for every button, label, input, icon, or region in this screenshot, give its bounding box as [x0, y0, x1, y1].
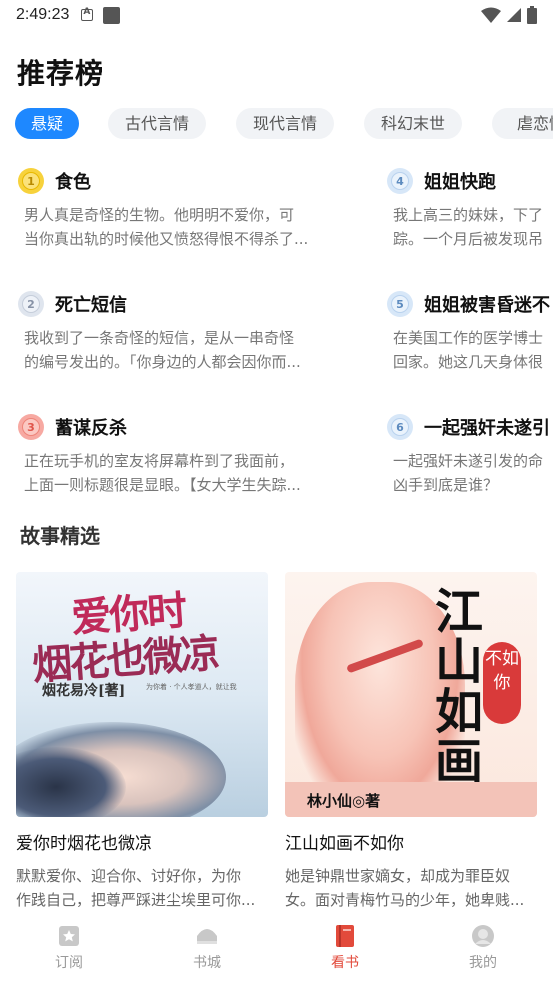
cover-author: 林小仙◎著: [307, 792, 381, 810]
cover-tagline: 为你着 · 个人孝道人，就让我: [146, 683, 237, 691]
nav-label: 订阅: [55, 955, 83, 971]
wifi-icon: [481, 7, 501, 23]
rank-title: 姐姐被害昏迷不: [424, 295, 550, 316]
rank-badge-bronze-icon: 3: [18, 414, 44, 440]
rank-badge-icon: 4: [387, 168, 413, 194]
rank-desc: 男人真是奇怪的生物。他明明不爱你，可 当你真出轨的时候他又愤怒得恨不得杀了...: [24, 206, 309, 248]
notification-square-icon: [103, 6, 121, 24]
rank-item[interactable]: 6 一起强奸未遂引 一起强奸未遂引发的命 凶手到底是谁？: [387, 414, 553, 497]
nav-profile[interactable]: 我的: [448, 924, 518, 972]
tab-modern-romance[interactable]: 现代言情: [236, 108, 334, 139]
bottom-nav: 订阅 书城 看书 我的: [0, 920, 553, 984]
cover-author: 烟花易冷[著]: [42, 683, 126, 699]
section-title: 故事精选: [20, 524, 100, 548]
nav-subscribe[interactable]: 订阅: [34, 924, 104, 972]
accessibility-notification-icon: [81, 7, 94, 21]
rank-item[interactable]: 3 蓄谋反杀 正在玩手机的室友将屏幕杵到了我面前， 上面一则标题很是显眼。【女大学…: [18, 414, 358, 497]
tab-tragic-romance[interactable]: 虐恋情: [492, 108, 553, 139]
bookstore-icon: [197, 929, 217, 944]
rank-desc: 一起强奸未遂引发的命 凶手到底是谁？: [393, 452, 544, 494]
nav-label: 看书: [331, 955, 359, 971]
book-cover[interactable]: 江山如画 不如你 林小仙◎著: [285, 572, 537, 817]
cover-seal: 不如你: [483, 642, 521, 724]
story-desc: 默默爱你、迎合你、讨好你，为你 作践自己，把尊严踩进尘埃里可你...: [16, 867, 256, 909]
rank-badge-icon: 6: [387, 414, 413, 440]
story-title: 爱你时烟花也微凉: [16, 834, 152, 854]
signal-icon: [507, 8, 521, 22]
nav-bookstore[interactable]: 书城: [172, 924, 242, 972]
book-cover[interactable]: 爱你时 烟花也微凉 烟花易冷[著] 为你着 · 个人孝道人，就让我: [16, 572, 268, 817]
nav-label: 我的: [469, 955, 497, 971]
story-card[interactable]: 爱你时 烟花也微凉 烟花易冷[著] 为你着 · 个人孝道人，就让我 爱你时烟花也…: [16, 572, 268, 912]
battery-icon: [527, 6, 537, 24]
rank-desc: 在美国工作的医学博士 回家。她这几天身体很: [393, 329, 544, 371]
rank-item[interactable]: 5 姐姐被害昏迷不 在美国工作的医学博士 回家。她这几天身体很: [387, 291, 553, 374]
tab-ancient-romance[interactable]: 古代言情: [108, 108, 206, 139]
tab-scifi-apocalypse[interactable]: 科幻末世: [364, 108, 462, 139]
story-desc: 她是钟鼎世家嫡女，却成为罪臣奴 女。面对青梅竹马的少年，她卑贱...: [285, 867, 525, 909]
category-tabs: 悬疑 古代言情 现代言情 科幻末世 虐恋情: [15, 108, 553, 139]
rank-item[interactable]: 1 食色 男人真是奇怪的生物。他明明不爱你，可 当你真出轨的时候他又愤怒得恨不得杀…: [18, 168, 358, 251]
rank-item[interactable]: 2 死亡短信 我收到了一条奇怪的短信，是从一串奇怪 的编号发出的。「你身边的人都会…: [18, 291, 358, 374]
profile-icon: [472, 925, 494, 947]
nav-label: 书城: [193, 955, 221, 971]
rank-title: 姐姐快跑: [424, 172, 496, 193]
rank-badge-gold-icon: 1: [18, 168, 44, 194]
tab-suspense[interactable]: 悬疑: [15, 108, 79, 139]
page-title: 推荐榜: [17, 57, 105, 90]
rank-desc: 我上高三的妹妹，下了 踪。一个月后被发现吊: [393, 206, 544, 248]
rank-title: 蓄谋反杀: [55, 418, 127, 439]
story-card[interactable]: 江山如画 不如你 林小仙◎著 江山如画不如你 她是钟鼎世家嫡女，却成为罪臣奴 女。…: [285, 572, 537, 912]
rank-title: 死亡短信: [55, 295, 127, 316]
rank-badge-silver-icon: 2: [18, 291, 44, 317]
star-badge-icon: [59, 926, 79, 946]
book-icon: [336, 925, 354, 947]
rank-item[interactable]: 4 姐姐快跑 我上高三的妹妹，下了 踪。一个月后被发现吊: [387, 168, 553, 251]
status-time: 2:49:23: [16, 6, 70, 23]
rank-badge-icon: 5: [387, 291, 413, 317]
status-bar: 2:49:23: [0, 0, 553, 30]
rank-title: 一起强奸未遂引: [424, 418, 550, 439]
rank-desc: 正在玩手机的室友将屏幕杵到了我面前， 上面一则标题很是显眼。【女大学生失踪...: [24, 452, 301, 494]
nav-reading[interactable]: 看书: [310, 924, 380, 972]
rank-title: 食色: [55, 172, 91, 193]
story-title: 江山如画不如你: [285, 834, 404, 854]
rank-desc: 我收到了一条奇怪的短信，是从一串奇怪 的编号发出的。「你身边的人都会因你而...: [24, 329, 301, 371]
